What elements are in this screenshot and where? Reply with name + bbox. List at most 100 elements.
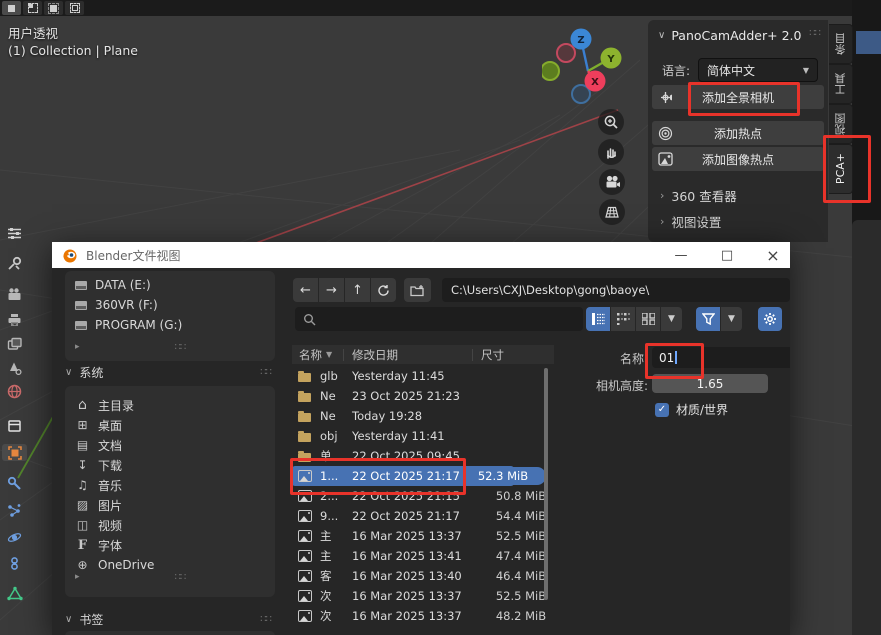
file-name: obj [320,429,352,443]
location-label: 音乐 [98,477,122,494]
settings-gear-button[interactable] [758,307,782,331]
system-location-item[interactable]: 字体 [65,535,275,555]
panel-collapse-icon[interactable]: ∨ [658,30,665,41]
horizontal-list-view-button[interactable] [611,307,635,331]
location-icon [75,418,90,432]
thumbnail-view-button[interactable] [636,307,660,331]
bookmarks-section-header[interactable]: ∨ 书签 ∷∷ [65,611,275,628]
column-name[interactable]: 名称▼ [299,347,343,363]
file-row[interactable]: 次 16 Mar 2025 13:37 52.5 MiB [292,586,554,606]
grip-handle[interactable]: ∷∷ [260,614,271,625]
grip-handle[interactable]: ∷∷ [175,342,186,353]
system-location-item[interactable]: 下载 [65,455,275,475]
expand-arrow-icon[interactable]: ▸ [75,572,80,582]
file-row[interactable]: 主 16 Mar 2025 13:41 47.4 MiB [292,546,554,566]
file-row[interactable]: Ne 23 Oct 2025 21:23 [292,386,554,406]
system-location-item[interactable]: 音乐 [65,475,275,495]
close-button[interactable]: × [756,242,790,268]
search-input[interactable] [295,307,583,331]
volume-item[interactable]: 360VR (F:) [65,295,275,315]
column-date[interactable]: 修改日期 [352,347,472,363]
collection-properties-icon[interactable] [6,417,23,434]
up-directory-button[interactable]: ↑ [345,278,370,302]
select-mode-extend-button[interactable] [23,1,42,15]
object-properties-icon[interactable] [2,444,27,461]
perspective-toggle-button[interactable] [599,199,625,225]
add-hotspot-button[interactable]: 添加热点 [652,121,824,145]
modifier-properties-icon[interactable] [6,475,23,492]
view-name-label: 用户透视 [8,23,58,42]
constraints-properties-icon[interactable] [6,555,23,572]
back-button[interactable]: ← [293,278,318,302]
pan-button[interactable] [598,139,624,165]
editor-type-icon[interactable] [6,225,23,242]
minimize-button[interactable]: — [664,242,698,268]
tool-properties-icon[interactable] [6,255,23,272]
system-location-item[interactable]: 视频 [65,515,275,535]
system-location-item[interactable]: 文档 [65,435,275,455]
file-row[interactable]: Ne Today 19:28 [292,406,554,426]
volume-item[interactable]: DATA (E:) [65,275,275,295]
language-label: 语言: [662,62,690,79]
zoom-button[interactable] [598,109,624,135]
column-size[interactable]: 尺寸 [481,347,541,363]
particles-properties-icon[interactable] [6,502,23,519]
checkbox-checked-icon[interactable]: ✓ [655,403,669,417]
camera-view-button[interactable] [599,169,625,195]
tab-item[interactable]: 条目 [829,24,853,64]
expand-arrow-icon[interactable]: ▸ [75,342,80,352]
volumes-footer: ▸ ∷∷ [65,339,295,355]
window-title: Blender文件视图 [86,247,181,264]
system-location-item[interactable]: 主目录 [65,395,275,415]
file-row[interactable]: 9... 22 Oct 2025 21:17 54.4 MiB [292,506,554,526]
forward-button[interactable]: → [319,278,344,302]
grip-handle[interactable]: ∷∷ [175,572,186,583]
physics-properties-icon[interactable] [6,529,23,546]
volume-item[interactable]: PROGRAM (G:) [65,315,275,335]
panel-grip-handle[interactable]: ∷∷ [809,28,820,39]
system-section-header[interactable]: ∨ 系统 ∷∷ [65,364,275,381]
world-properties-icon[interactable] [6,383,23,400]
volume-label: DATA (E:) [95,278,151,292]
location-label: 主目录 [98,397,134,414]
file-size: 48.2 MiB [488,609,554,623]
display-settings-dropdown[interactable]: ▼ [661,307,682,331]
object-data-properties-icon[interactable] [6,585,23,602]
scene-properties-icon[interactable] [6,359,23,376]
list-scrollbar[interactable] [544,368,548,600]
view-layer-properties-icon[interactable] [6,335,23,352]
material-world-option[interactable]: ✓ 材质/世界 [655,401,728,418]
select-mode-invert-button[interactable] [65,1,84,15]
language-dropdown[interactable]: 简体中文 ▼ [698,58,818,82]
filter-settings-dropdown[interactable]: ▼ [721,307,742,331]
file-row[interactable]: obj Yesterday 11:41 [292,426,554,446]
system-location-item[interactable]: 图片 [65,495,275,515]
file-path-field[interactable]: C:\Users\CXJ\Desktop\gong\baoye\ [442,278,790,302]
system-footer: ▸ ∷∷ [65,569,295,585]
maximize-button[interactable]: □ [710,242,744,268]
grip-handle[interactable]: ∷∷ [260,367,271,378]
file-type-icon [298,373,311,382]
sort-descending-icon: ▼ [326,350,332,359]
file-row[interactable]: 次 16 Mar 2025 13:37 48.2 MiB [292,606,554,626]
axis-gizmo[interactable]: Z Y X [542,26,634,110]
vertical-list-view-button[interactable] [586,307,610,331]
file-type-icon [298,610,312,622]
file-row[interactable]: 主 16 Mar 2025 13:37 52.5 MiB [292,526,554,546]
file-row[interactable]: 客 16 Mar 2025 13:40 46.4 MiB [292,566,554,586]
add-image-hotspot-button[interactable]: 添加图像热点 [652,147,824,171]
viewer-360-section[interactable]: › 360 查看器 [660,186,737,205]
filter-button[interactable] [696,307,720,331]
annotation-box-add-pano-camera [688,82,800,116]
tab-tool[interactable]: 工具 [829,64,853,104]
system-location-item[interactable]: 桌面 [65,415,275,435]
file-row[interactable]: glb Yesterday 11:45 [292,366,554,386]
new-folder-button[interactable] [404,278,431,302]
render-properties-icon[interactable] [6,285,23,302]
window-titlebar[interactable]: Blender文件视图 — □ × [52,242,790,268]
select-mode-subtract-button[interactable] [44,1,63,15]
output-properties-icon[interactable] [6,311,23,328]
refresh-button[interactable] [371,278,396,302]
select-mode-set-button[interactable] [2,1,21,15]
view-settings-section[interactable]: › 视图设置 [660,212,721,231]
